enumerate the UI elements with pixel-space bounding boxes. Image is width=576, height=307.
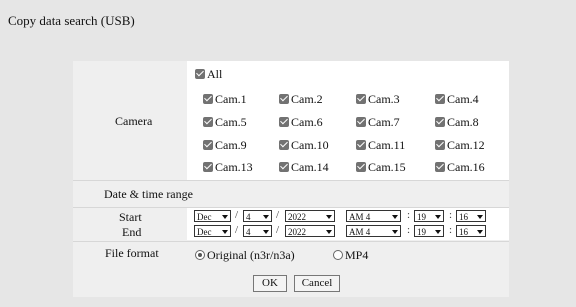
checkbox-icon [203, 117, 213, 128]
slash-separator: / [276, 224, 280, 236]
checkbox-cam-9[interactable]: Cam.9 [203, 137, 247, 153]
camera-label: Camera [115, 114, 153, 128]
checkbox-cam-16[interactable]: Cam.16 [435, 159, 485, 175]
checkbox-icon [203, 162, 213, 173]
end-label: End [122, 225, 142, 239]
slash-separator: / [276, 209, 280, 221]
chevron-down-icon [326, 230, 332, 234]
checkbox-icon [195, 69, 205, 80]
chevron-down-icon [326, 215, 332, 219]
chevron-down-icon [435, 230, 441, 234]
chevron-down-icon [263, 215, 269, 219]
start-hour-select[interactable]: AM 4 [346, 210, 401, 222]
radio-mp4[interactable]: MP4 [333, 247, 368, 263]
chevron-down-icon [222, 215, 228, 219]
radio-selected-icon [195, 250, 205, 261]
chevron-down-icon [477, 230, 483, 234]
checkbox-cam-8[interactable]: Cam.8 [435, 114, 479, 130]
cancel-button[interactable]: Cancel [294, 275, 340, 292]
checkbox-cam-2[interactable]: Cam.2 [279, 91, 323, 107]
checkbox-cam-6[interactable]: Cam.6 [279, 114, 323, 130]
chevron-down-icon [392, 230, 398, 234]
checkbox-cam-7[interactable]: Cam.7 [356, 114, 400, 130]
checkbox-icon [203, 94, 213, 105]
end-hour-select[interactable]: AM 4 [346, 225, 401, 237]
checkbox-icon [356, 94, 366, 105]
divider [73, 241, 509, 242]
chevron-down-icon [477, 215, 483, 219]
checkbox-icon [435, 162, 445, 173]
start-year-select[interactable]: 2022 [285, 210, 335, 222]
checkbox-icon [435, 94, 445, 105]
chevron-down-icon [263, 230, 269, 234]
date-range-label: Date & time range [104, 187, 193, 201]
slash-separator: / [235, 224, 239, 236]
checkbox-icon [203, 140, 213, 151]
radio-original[interactable]: Original (n3r/n3a) [195, 247, 295, 263]
start-month-select[interactable]: Dec [194, 210, 231, 222]
chevron-down-icon [392, 215, 398, 219]
page-title: Copy data search (USB) [8, 13, 135, 28]
checkbox-icon [356, 117, 366, 128]
checkbox-icon [279, 117, 289, 128]
checkbox-icon [279, 140, 289, 151]
start-minute-select[interactable]: 19 [414, 210, 444, 222]
checkbox-icon [279, 94, 289, 105]
checkbox-icon [356, 162, 366, 173]
colon-separator: : [407, 224, 411, 236]
chevron-down-icon [435, 215, 441, 219]
file-format-label: File format [105, 246, 159, 260]
checkbox-cam-15[interactable]: Cam.15 [356, 159, 406, 175]
slash-separator: / [235, 209, 239, 221]
colon-separator: : [449, 224, 453, 236]
checkbox-cam-3[interactable]: Cam.3 [356, 91, 400, 107]
end-month-select[interactable]: Dec [194, 225, 231, 237]
end-day-select[interactable]: 4 [243, 225, 272, 237]
colon-separator: : [449, 209, 453, 221]
start-second-select[interactable]: 16 [456, 210, 486, 222]
start-day-select[interactable]: 4 [243, 210, 272, 222]
checkbox-cam-1[interactable]: Cam.1 [203, 91, 247, 107]
checkbox-cam-10[interactable]: Cam.10 [279, 137, 329, 153]
end-minute-select[interactable]: 19 [414, 225, 444, 237]
checkbox-icon [435, 117, 445, 128]
checkbox-cam-11[interactable]: Cam.11 [356, 137, 405, 153]
chevron-down-icon [222, 230, 228, 234]
end-year-select[interactable]: 2022 [285, 225, 335, 237]
checkbox-icon [435, 140, 445, 151]
checkbox-cam-12[interactable]: Cam.12 [435, 137, 485, 153]
checkbox-icon [356, 140, 366, 151]
end-second-select[interactable]: 16 [456, 225, 486, 237]
checkbox-cam-5[interactable]: Cam.5 [203, 114, 247, 130]
checkbox-all[interactable]: All [195, 66, 222, 82]
start-label: Start [119, 210, 142, 224]
checkbox-cam-4[interactable]: Cam.4 [435, 91, 479, 107]
colon-separator: : [407, 209, 411, 221]
divider [73, 180, 509, 181]
ok-button[interactable]: OK [253, 275, 287, 292]
radio-icon [333, 250, 343, 261]
checkbox-cam-14[interactable]: Cam.14 [279, 159, 329, 175]
checkbox-cam-13[interactable]: Cam.13 [203, 159, 253, 175]
checkbox-icon [279, 162, 289, 173]
search-panel: Camera All Cam.1 Cam.2 Cam.3 Cam.4 Cam.5 Cam.… [73, 61, 509, 297]
